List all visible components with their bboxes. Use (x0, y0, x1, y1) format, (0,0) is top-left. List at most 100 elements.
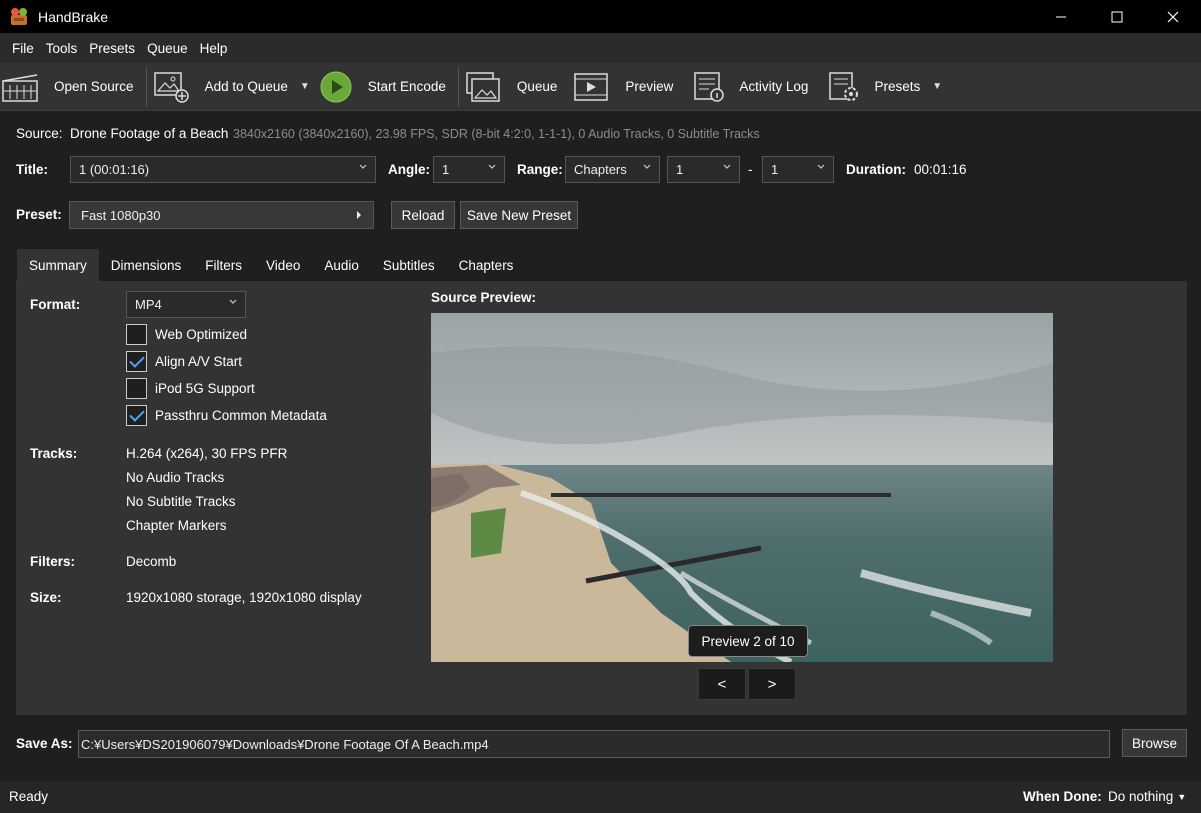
activity-log-button[interactable]: Activity Log (691, 64, 808, 110)
save-new-preset-button[interactable]: Save New Preset (460, 201, 578, 229)
tab-bar: Summary Dimensions Filters Video Audio S… (17, 249, 525, 281)
tab-chapters[interactable]: Chapters (447, 249, 526, 281)
source-info: 3840x2160 (3840x2160), 23.98 FPS, SDR (8… (233, 127, 760, 141)
toolbar-divider (457, 66, 459, 107)
preview-counter-badge: Preview 2 of 10 (688, 625, 808, 657)
maximize-icon (1111, 11, 1123, 22)
chevron-down-icon (723, 164, 731, 169)
format-select[interactable]: MP4 (126, 291, 246, 318)
tab-audio[interactable]: Audio (312, 249, 371, 281)
film-clapper-icon (2, 71, 38, 103)
queue-button[interactable]: Queue (465, 64, 558, 110)
format-label: Format: (30, 297, 81, 312)
filters-value: Decomb (126, 554, 177, 569)
chevron-down-icon[interactable]: ▼ (932, 81, 942, 92)
presets-button[interactable]: Presets ▼ (826, 64, 942, 110)
start-encode-label: Start Encode (367, 79, 446, 94)
save-as-path-input[interactable]: C:¥Users¥DS201906079¥Downloads¥Drone Foo… (78, 730, 1110, 758)
track-item: No Subtitle Tracks (126, 494, 236, 509)
format-select-value: MP4 (135, 297, 162, 312)
align-av-start-checkbox[interactable] (126, 351, 147, 372)
chevron-down-icon: ▼ (1177, 791, 1187, 802)
size-value: 1920x1080 storage, 1920x1080 display (126, 590, 362, 605)
preset-label: Preset: (16, 207, 62, 222)
source-label: Source: (16, 126, 63, 141)
menu-tools[interactable]: Tools (40, 41, 84, 56)
play-icon (318, 71, 354, 103)
tracks-label: Tracks: (30, 446, 78, 461)
ipod-5g-support-checkbox[interactable] (126, 378, 147, 399)
close-button[interactable] (1145, 0, 1201, 33)
range-start-value: 1 (676, 162, 684, 177)
reload-button[interactable]: Reload (391, 201, 455, 229)
queue-images-icon (465, 71, 501, 103)
close-icon (1167, 11, 1179, 22)
when-done-value: Do nothing (1108, 789, 1174, 804)
chevron-down-icon[interactable]: ▼ (300, 81, 310, 92)
track-item: H.264 (x264), 30 FPS PFR (126, 446, 288, 461)
source-name: Drone Footage of a Beach (70, 126, 229, 141)
angle-label: Angle: (388, 162, 430, 177)
open-source-label: Open Source (54, 79, 134, 94)
title-label: Title: (16, 162, 49, 177)
add-image-icon (153, 71, 189, 103)
preset-select-value: Fast 1080p30 (81, 207, 161, 223)
toolbar: Open Source Add to Queue ▼ Start Encode (0, 63, 1201, 111)
track-item: Chapter Markers (126, 518, 227, 533)
tab-filters[interactable]: Filters (193, 249, 254, 281)
align-av-start-label: Align A/V Start (155, 354, 243, 369)
browse-button[interactable]: Browse (1122, 729, 1187, 757)
previous-preview-button[interactable]: < (698, 668, 746, 700)
chevron-right-icon (357, 211, 361, 219)
range-start-select[interactable]: 1 (667, 156, 740, 183)
minimize-button[interactable] (1033, 0, 1089, 33)
save-as-label: Save As: (16, 736, 73, 751)
maximize-button[interactable] (1089, 0, 1145, 33)
passthru-metadata-label: Passthru Common Metadata (155, 408, 327, 423)
queue-label: Queue (516, 79, 558, 94)
activity-log-label: Activity Log (739, 79, 809, 94)
tab-summary[interactable]: Summary (17, 249, 99, 281)
range-type-value: Chapters (574, 162, 627, 177)
menu-help[interactable]: Help (194, 41, 234, 56)
status-text: Ready (9, 789, 49, 804)
title-bar: HandBrake (0, 0, 1201, 33)
web-optimized-checkbox[interactable] (126, 324, 147, 345)
tab-subtitles[interactable]: Subtitles (371, 249, 447, 281)
duration-label: Duration: (846, 162, 906, 177)
when-done-label: When Done: (1023, 789, 1102, 804)
passthru-metadata-checkbox[interactable] (126, 405, 147, 426)
preview-film-icon (573, 71, 609, 103)
source-preview-image (431, 313, 1053, 662)
menu-bar: File Tools Presets Queue Help (0, 33, 1201, 63)
filters-label: Filters: (30, 554, 76, 569)
add-to-queue-button[interactable]: Add to Queue ▼ (153, 64, 310, 110)
tab-video[interactable]: Video (254, 249, 312, 281)
menu-queue[interactable]: Queue (141, 41, 194, 56)
title-select[interactable]: 1 (00:01:16) (70, 156, 376, 183)
range-type-select[interactable]: Chapters (565, 156, 660, 183)
presets-label: Presets (874, 79, 921, 94)
start-encode-button[interactable]: Start Encode (318, 64, 446, 110)
track-item: No Audio Tracks (126, 470, 225, 485)
open-source-button[interactable]: Open Source (2, 64, 134, 110)
menu-presets[interactable]: Presets (83, 41, 141, 56)
tab-dimensions[interactable]: Dimensions (99, 249, 194, 281)
chevron-down-icon (359, 164, 367, 169)
window-title: HandBrake (38, 8, 109, 25)
angle-select[interactable]: 1 (433, 156, 505, 183)
activity-log-icon (691, 71, 727, 103)
toolbar-divider (145, 66, 147, 107)
range-end-select[interactable]: 1 (762, 156, 834, 183)
next-preview-button[interactable]: > (748, 668, 796, 700)
preset-select[interactable]: Fast 1080p30 (69, 201, 374, 229)
angle-select-value: 1 (442, 162, 450, 177)
chevron-down-icon (229, 299, 237, 304)
preview-label: Preview (625, 79, 674, 94)
preview-button[interactable]: Preview (573, 64, 673, 110)
range-end-value: 1 (771, 162, 779, 177)
menu-file[interactable]: File (6, 41, 40, 56)
duration-value: 00:01:16 (914, 162, 967, 177)
when-done-select[interactable]: Do nothing ▼ (1108, 789, 1186, 804)
minimize-icon (1056, 16, 1066, 17)
